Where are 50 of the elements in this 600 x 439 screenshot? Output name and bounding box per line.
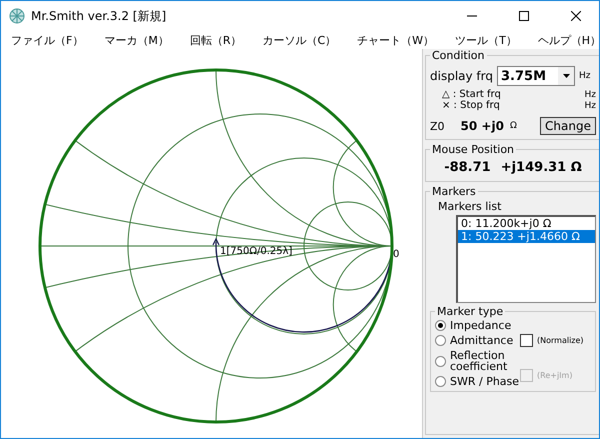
group-title: Marker type: [436, 305, 504, 318]
menu-item[interactable]: カーソル（C）: [256, 32, 342, 48]
start-frq-label: △ : Start frq: [442, 89, 501, 100]
group-title: Condition: [431, 49, 486, 62]
caret-icon: [562, 74, 570, 78]
marker-type-radio[interactable]: SWR / Phase: [435, 376, 520, 387]
marker-type-radio[interactable]: Reflection coefficient: [435, 350, 520, 372]
window-title: Mr.Smith ver.3.2 [新規]: [31, 8, 168, 24]
z0-label: Z0: [430, 120, 445, 132]
stop-frq-label: × : Stop frq: [442, 100, 500, 111]
menu-item[interactable]: ツール（T）: [449, 32, 523, 48]
group-title: Mouse Position: [431, 143, 516, 156]
frequency-dropdown[interactable]: 3.75M: [497, 66, 575, 86]
checkbox-label: (Normalize): [537, 336, 584, 345]
unit-label: Hz: [584, 100, 596, 110]
radio-button[interactable]: [435, 356, 446, 366]
option-checkbox[interactable]: (Normalize): [520, 334, 584, 347]
radio-label: Impedance: [450, 320, 512, 331]
radio-button[interactable]: [435, 320, 446, 331]
radio-button[interactable]: [435, 335, 446, 346]
markers-list[interactable]: 0: 11.200k+j0 Ω 1: 50.223 +j1.4660 Ω: [456, 215, 596, 303]
marker-type-radio[interactable]: Admittance: [435, 335, 520, 346]
display-frq-label: display frq: [430, 69, 493, 83]
checkbox-label: (Re+jIm): [537, 371, 572, 380]
group-title: Markers: [431, 185, 477, 198]
origin-label: 0: [393, 249, 400, 260]
menu-item[interactable]: マーカ（M）: [98, 32, 175, 48]
menu-item[interactable]: ファイル（F）: [5, 32, 90, 48]
close-icon: [571, 11, 581, 21]
checkbox[interactable]: [520, 334, 533, 347]
app-logo-icon: [9, 8, 25, 24]
maximize-icon: [519, 11, 529, 21]
marker-type-radio[interactable]: Impedance: [435, 320, 520, 331]
z0-value: 50 +j0: [460, 119, 504, 133]
marker-list-item[interactable]: 0: 11.200k+j0 Ω: [458, 217, 595, 230]
radio-label: Reflection coefficient: [450, 350, 508, 372]
menu-item[interactable]: 回転（R）: [184, 32, 248, 48]
radio-label: Admittance: [450, 335, 514, 346]
menu-item[interactable]: チャート（W）: [351, 32, 440, 48]
real-value: -88.71: [444, 160, 491, 175]
unit-label: Hz: [579, 71, 590, 81]
change-button[interactable]: Change: [540, 117, 596, 135]
marker-list-item[interactable]: 1: 50.223 +j1.4660 Ω: [458, 230, 595, 243]
unit-label: Ω: [510, 121, 517, 131]
radio-label: SWR / Phase: [450, 376, 520, 387]
unit-label: Hz: [584, 90, 596, 100]
menu-item[interactable]: ヘルプ（H）: [532, 32, 599, 48]
markers-list-label: Markers list: [438, 200, 502, 213]
radio-button[interactable]: [435, 376, 446, 387]
imaginary-value: +j149.31 Ω: [500, 160, 582, 175]
